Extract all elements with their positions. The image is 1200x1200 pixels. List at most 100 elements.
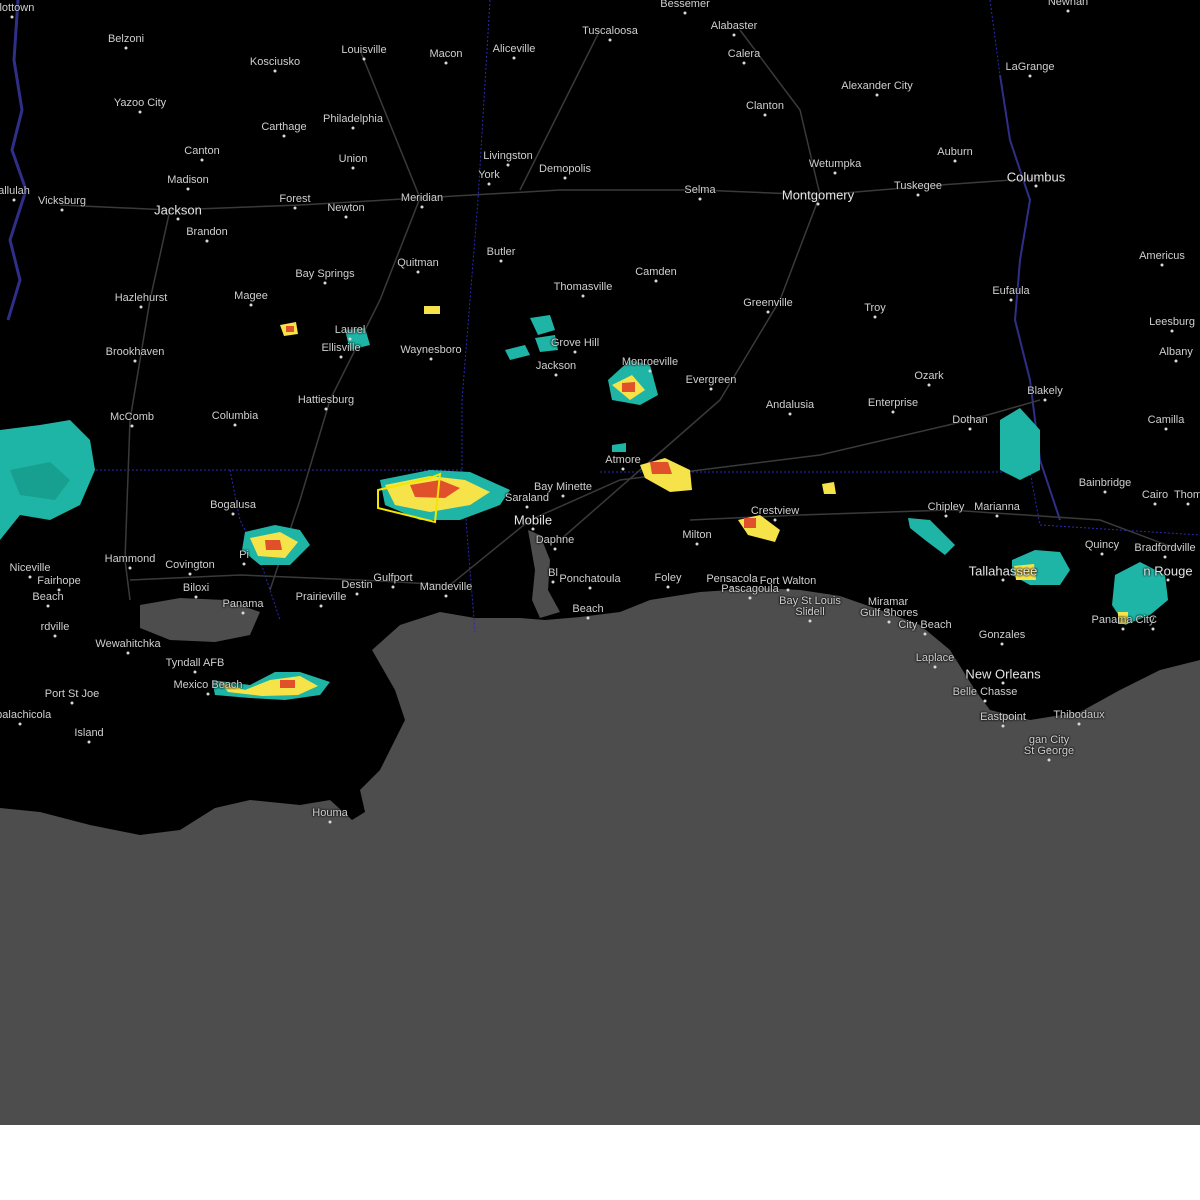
city-dot [788, 412, 792, 416]
city-dot [512, 56, 516, 60]
city-dot [808, 619, 812, 623]
city-label: Panama [222, 598, 264, 610]
city-label: Bay Springs [295, 268, 355, 280]
city-dot [128, 566, 132, 570]
radar-cell [530, 315, 555, 335]
city-label: Daphne [535, 534, 575, 546]
city-dot [186, 187, 190, 191]
city-label: Marianna [974, 501, 1020, 513]
city-dot [551, 580, 555, 584]
city-dot [1100, 552, 1104, 556]
city-dot [553, 547, 557, 551]
city-label: Bradfordville [1134, 542, 1196, 554]
city-label: Quincy [1084, 539, 1120, 551]
city-label: Americus [1139, 250, 1185, 262]
city-dot [763, 113, 767, 117]
city-label: Forest [279, 193, 311, 205]
city-dot [666, 585, 670, 589]
city-dot [1170, 329, 1174, 333]
city-dot [339, 355, 343, 359]
city-dot [786, 588, 790, 592]
city-dot [1009, 298, 1013, 302]
state-borders [0, 0, 1200, 633]
city-label: Pilottown [0, 2, 35, 14]
city-label: York [478, 169, 500, 181]
city-label: Philadelphia [323, 113, 383, 125]
city-label: Montgomery [781, 187, 855, 203]
city-dot [1047, 758, 1051, 762]
city-label: Gonzales [978, 629, 1026, 641]
city-label: Mobile [513, 512, 553, 528]
city-label: Tuscaloosa [582, 25, 638, 37]
city-dot [60, 208, 64, 212]
city-dot [648, 369, 652, 373]
city-label: Aliceville [492, 43, 536, 55]
city-dot [444, 594, 448, 598]
city-dot [916, 193, 920, 197]
radar-map[interactable]: Bessemer Tuscaloosa Alabaster Calera Belzoni… [0, 0, 1200, 1125]
city-dot [420, 205, 424, 209]
city-label: Union [338, 153, 368, 165]
city-dot [351, 126, 355, 130]
city-label: Louisville [341, 44, 387, 56]
city-dot [654, 279, 658, 283]
city-dot [273, 69, 277, 73]
city-label: Mandeville [419, 581, 473, 593]
city-dot [1121, 627, 1125, 631]
city-label: Mexico Beach [173, 679, 243, 691]
city-dot [391, 585, 395, 589]
city-dot [282, 134, 286, 138]
city-dot [1000, 642, 1004, 646]
city-dot [323, 281, 327, 285]
city-label: Hazlehurst [114, 292, 168, 304]
city-label: Magee [234, 290, 268, 302]
city-label: Newton [327, 202, 365, 214]
city-label: Saraland [504, 492, 550, 504]
city-label: Auburn [937, 146, 973, 158]
city-label: Leesburg [1149, 316, 1195, 328]
city-label: Ellisville [321, 342, 361, 354]
city-label: Livingston [483, 150, 533, 162]
city-label: Blakely [1027, 385, 1063, 397]
city-label: allulah [0, 185, 30, 197]
city-label: LaGrange [1005, 61, 1055, 73]
city-dot [1163, 555, 1167, 559]
city-label: Beach [572, 603, 604, 615]
city-dot [10, 15, 14, 19]
city-label: Pascagoula [721, 583, 779, 595]
city-dot [1103, 490, 1107, 494]
radar-cell [280, 680, 295, 688]
city-label: Camden [635, 266, 677, 278]
city-dot [968, 427, 972, 431]
city-dot [233, 423, 237, 427]
city-label: Thomasville [553, 281, 613, 293]
city-dot [46, 604, 50, 608]
city-dot [1034, 184, 1038, 188]
radar-cell [265, 540, 282, 550]
city-dot [875, 93, 879, 97]
city-label: Panama City [1091, 614, 1155, 626]
city-dot [506, 163, 510, 167]
city-label: Bogalusa [210, 499, 256, 511]
city-label: Wewahitchka [95, 638, 161, 650]
city-label: Milton [682, 529, 712, 541]
city-label: Tuskegee [894, 180, 942, 192]
city-dot [621, 467, 625, 471]
city-label: Quitman [397, 257, 439, 269]
city-dot [126, 651, 130, 655]
city-dot [444, 61, 448, 65]
city-dot [206, 692, 210, 696]
city-label: Atmore [605, 454, 641, 466]
city-dot [200, 158, 204, 162]
city-dot [891, 410, 895, 414]
city-dot [133, 359, 137, 363]
city-dot [944, 514, 948, 518]
city-label: Jackson [154, 202, 202, 218]
city-label: Monroeville [621, 356, 679, 368]
city-dot [429, 357, 433, 361]
city-dot [355, 592, 359, 596]
city-dot [563, 176, 567, 180]
city-dot [188, 572, 192, 576]
city-dot [748, 596, 752, 600]
city-dot [87, 740, 91, 744]
